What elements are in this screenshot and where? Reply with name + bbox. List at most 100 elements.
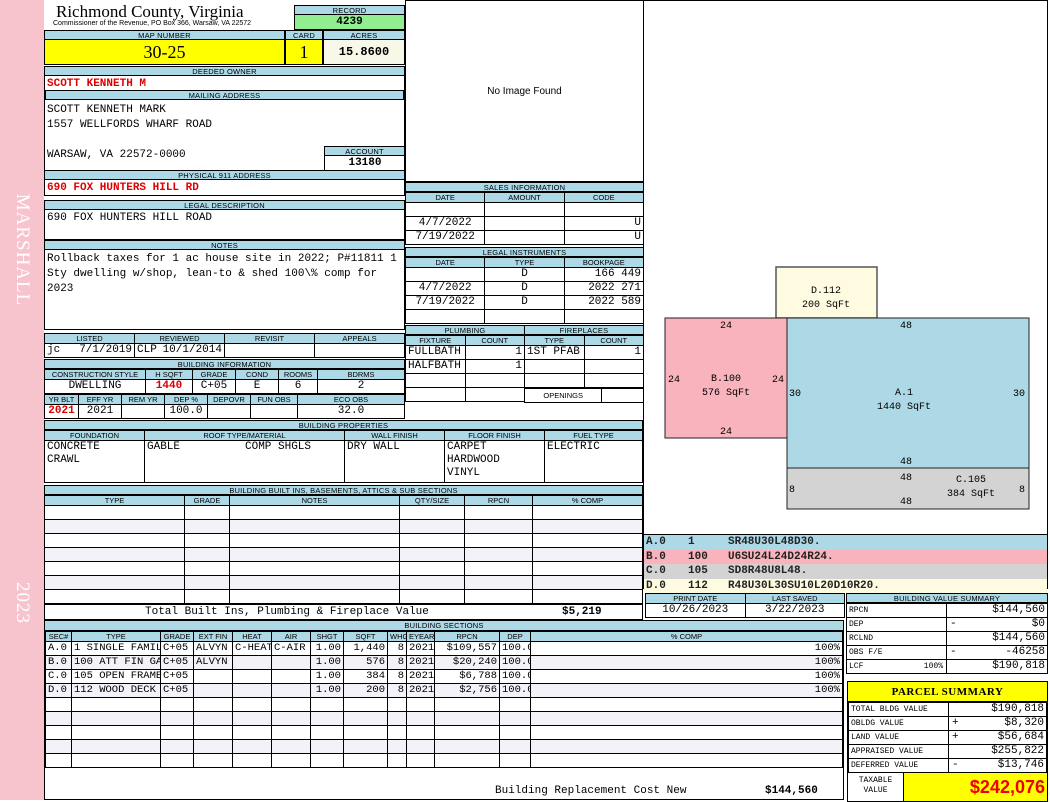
table-cell [232,725,272,740]
table-cell [193,753,233,768]
owner-name: SCOTT KENNETH M [44,76,405,90]
table-cell [404,309,486,324]
table-cell: 4/7/2022 [404,281,486,296]
column-header: RPCN [434,631,500,642]
sketch-code-row: B.0 100 U6SU24L24D24R24. [644,549,1047,564]
summary-label-text: RPCN [849,606,869,615]
table-cell [184,547,230,562]
building-info-value: 1440 [145,379,193,394]
column-header: % COMP [530,631,843,642]
column-header: REM YR [121,394,165,405]
table-cell: 8 [387,669,407,684]
column-header: H SQFT [145,369,193,380]
summary-amount: -46258 [1005,646,1045,659]
summary-amount: $190,818 [991,703,1044,716]
table-cell [184,589,230,604]
column-header: DEP % [164,394,208,405]
table-cell [399,533,465,548]
table-cell: D [484,295,565,310]
summary-label: OBLDG VALUE [848,716,949,731]
appeals-value [314,343,405,358]
column-header: SEC# [45,631,72,642]
summary-label: DEP [846,617,947,632]
rcn-label: Building Replacement Cost New [495,785,687,797]
summary-label: DEFERRED VALUE [848,758,949,773]
builtins-total-label: Total Built Ins, Plumbing & Fireplace Va… [145,606,429,618]
table-cell [464,505,533,520]
properties-label: BUILDING PROPERTIES [44,420,643,430]
table-row [45,739,843,754]
column-header: COND [235,369,279,380]
table-cell [399,561,465,576]
table-cell [160,739,194,754]
table-cell [193,697,233,712]
table-row: C.0105 OPEN FRAME PCHC+05 1.0038482021$6,… [45,669,843,684]
instruments-table: DATE TYPE BOOKPAGE D 166 449 4/7/2022 D 2022 27… [404,257,645,324]
card-label: CARD [285,30,323,40]
table-cell [232,683,272,698]
summary-label-text: DEP [849,620,864,629]
building-info-value [250,404,298,419]
summary-label: TOTAL BLDG VALUE [848,702,949,717]
table-cell: 8 [387,641,407,656]
table-row: 4/7/2022 U [404,216,645,231]
floor-finish: HARDWOOD [447,454,500,466]
table-row: A.0 1 SINGLE FAMILY C+05 ALVYN C-HEAT C-AIR 1.… [45,641,843,656]
section-code: 105 [688,565,708,577]
dates-section: PRINT DATE LAST SAVED 10/26/2023 3/22/2023 [645,593,845,618]
building-info-value: 6 [278,379,318,394]
table-cell [399,547,465,562]
table-cell [499,739,531,754]
dim: 30 [789,389,801,400]
taxable-row: TAXABLE VALUE $242,076 [848,773,1047,801]
column-header: GRADE [192,369,236,380]
table-cell: 200 [343,683,388,698]
value-summary-label: BUILDING VALUE SUMMARY [846,593,1048,603]
column-header: YR BLT [44,394,79,405]
table-cell [405,387,466,402]
table-cell [44,519,185,534]
table-cell [499,753,531,768]
plumbing-table: FIXTURE COUNT FULLBATH 1 HALFBATH 1 [405,335,525,402]
column-header: TYPE [71,631,161,642]
summary-row: RCLND $144,560 [846,631,1048,646]
table-cell [484,202,565,217]
sketch-vector: SD8R48U8L48. [728,565,808,577]
mailing-section: MAILING ADDRESS SCOTT KENNETH MARK 1557 … [44,90,405,170]
foundation-value: CONCRETE [47,441,100,454]
column-header: % COMP [532,495,643,506]
table-cell: C+05 [160,655,194,670]
table-cell [184,519,230,534]
reviewed-header: REVIEWED [134,333,225,344]
table-cell [271,725,311,740]
plumbing-label: PLUMBING [405,325,525,335]
column-header: FIXTURE [405,335,466,346]
lcf-percent: 100% [923,662,943,671]
column-header: COUNT [583,335,644,346]
table-cell [530,753,843,768]
table-cell [399,589,465,604]
table-cell: 100.0 [499,641,531,656]
sketch-sqft-b: 576 SqFt [702,388,750,399]
table-cell [310,725,344,740]
county-subtitle: Commissioner of the Revenue, PO Box 366,… [53,20,252,27]
reviewed-by: CLP [137,344,157,357]
review-section: LISTED REVIEWED REVISIT APPEALS jc 7/1/2019 C… [44,333,405,358]
summary-value: $144,560 [946,631,1048,646]
summary-label: LAND VALUE [848,730,949,745]
acres-value: 15.8600 [323,40,405,65]
mailing-line-2: 1557 WELLFORDS WHARF ROAD [47,119,213,131]
table-row [44,505,643,520]
table-cell [310,697,344,712]
table-row: 7/19/2022 D 2022 589 [404,295,645,310]
table-cell [71,697,161,712]
table-cell [71,725,161,740]
builtins-total-row: Total Built Ins, Plumbing & Fireplace Va… [44,604,643,620]
building-info-value [121,404,165,419]
column-header: COUNT [464,335,525,346]
table-row: 7/19/2022 U [404,230,645,245]
sales-label: SALES INFORMATION [405,182,644,192]
table-cell [232,711,272,726]
table-cell: 1 [464,359,525,374]
instruments-label: LEGAL INSTRUMENTS [405,247,644,257]
